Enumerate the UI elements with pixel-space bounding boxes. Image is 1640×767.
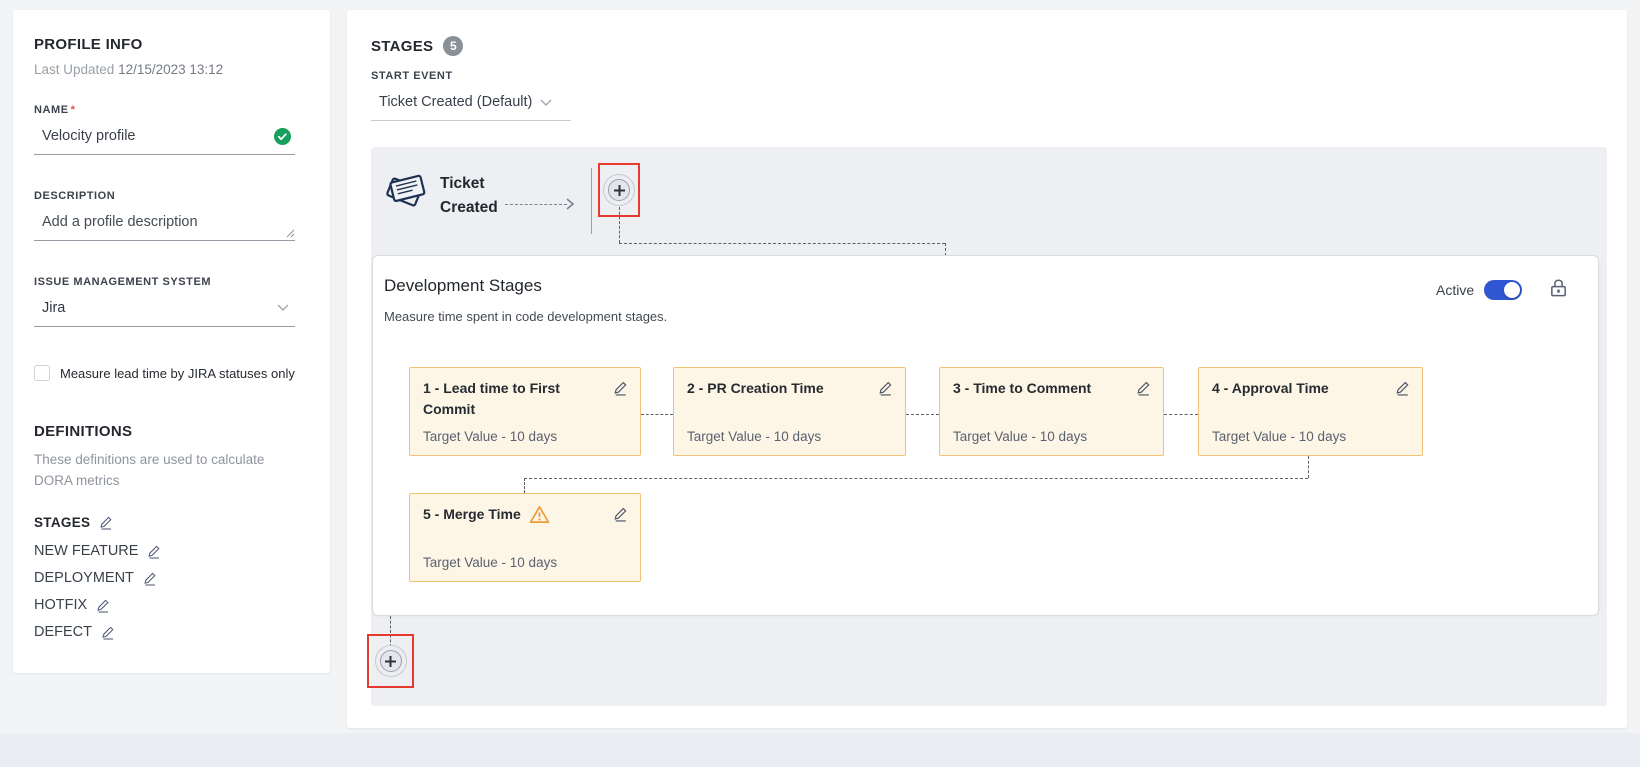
resize-handle-icon[interactable] bbox=[286, 229, 295, 238]
chevron-down-icon bbox=[277, 304, 289, 311]
last-updated: Last Updated 12/15/2023 13:12 bbox=[34, 62, 300, 77]
description-label: DESCRIPTION bbox=[34, 190, 300, 202]
stages-panel: STAGES 5 START EVENT Ticket Created (Def… bbox=[347, 10, 1627, 728]
row-connector-horizontal bbox=[524, 478, 1308, 479]
definition-item-label: NEW FEATURE bbox=[34, 543, 138, 559]
issue-management-select[interactable]: Jira bbox=[34, 292, 295, 327]
name-label: NAME* bbox=[34, 104, 300, 116]
workflow-canvas: Ticket Created Development Stages Measur… bbox=[371, 147, 1607, 706]
definition-item-label: HOTFIX bbox=[34, 597, 87, 613]
chevron-down-icon bbox=[540, 99, 552, 106]
stage-card-2: 2 - PR Creation Time Target Value - 10 d… bbox=[673, 367, 906, 456]
definitions-subtitle: These definitions are used to calculate … bbox=[34, 449, 288, 491]
start-event-value: Ticket Created (Default) bbox=[379, 94, 532, 110]
highlight-rect-bottom bbox=[367, 634, 414, 688]
stage-link-2-3 bbox=[906, 414, 939, 415]
stages-title: STAGES bbox=[371, 38, 433, 55]
add-stage-button-top[interactable] bbox=[603, 174, 635, 206]
valid-check-icon bbox=[274, 128, 291, 145]
stages-count-badge: 5 bbox=[443, 36, 463, 56]
definition-item-label: DEPLOYMENT bbox=[34, 570, 134, 586]
row-connector-drop bbox=[524, 478, 525, 493]
name-input[interactable] bbox=[42, 128, 252, 144]
edit-hotfix-icon[interactable] bbox=[96, 598, 110, 613]
plus-icon bbox=[608, 179, 630, 201]
edit-stage-2-icon[interactable] bbox=[878, 378, 893, 396]
stage-name: 2 - PR Creation Time bbox=[687, 378, 824, 399]
start-node-ticket-created: Ticket Created bbox=[383, 167, 520, 220]
stage-name: 3 - Time to Comment bbox=[953, 378, 1091, 399]
start-event-label: START EVENT bbox=[371, 70, 453, 82]
name-field-wrap bbox=[34, 120, 295, 155]
start-node-label: Ticket Created bbox=[440, 167, 520, 220]
development-stages-title: Development Stages bbox=[384, 276, 542, 296]
lead-time-checkbox-row: Measure lead time by JIRA statuses only bbox=[34, 365, 300, 381]
active-toggle[interactable] bbox=[1484, 280, 1522, 300]
stage-card-5: 5 - Merge Time Target Value - 10 days bbox=[409, 493, 641, 582]
lead-time-checkbox-label: Measure lead time by JIRA statuses only bbox=[60, 366, 295, 381]
issue-management-value: Jira bbox=[42, 300, 65, 316]
definitions-stages-row: STAGES bbox=[34, 515, 300, 530]
last-updated-value: 12/15/2023 13:12 bbox=[118, 62, 223, 77]
definition-item-label: DEFECT bbox=[34, 624, 92, 640]
required-asterisk: * bbox=[71, 104, 76, 116]
plus-icon bbox=[380, 650, 402, 672]
lock-icon[interactable] bbox=[1549, 277, 1568, 299]
stage-card-4: 4 - Approval Time Target Value - 10 days bbox=[1198, 367, 1423, 456]
stage-name: 1 - Lead time to First Commit bbox=[423, 378, 605, 420]
edit-defect-icon[interactable] bbox=[101, 625, 115, 640]
stage-link-3-4 bbox=[1164, 414, 1198, 415]
description-input[interactable] bbox=[42, 214, 252, 230]
definition-item-new-feature: NEW FEATURE bbox=[34, 543, 300, 559]
warning-icon bbox=[529, 504, 550, 524]
stage-target-value: Target Value - 10 days bbox=[423, 429, 628, 444]
stage-card-1: 1 - Lead time to First Commit Target Val… bbox=[409, 367, 641, 456]
node-divider-line bbox=[591, 168, 592, 234]
edit-stage-3-icon[interactable] bbox=[1136, 378, 1151, 396]
last-updated-label: Last Updated bbox=[34, 62, 114, 77]
edit-deployment-icon[interactable] bbox=[143, 571, 157, 586]
stage-target-value: Target Value - 10 days bbox=[687, 429, 893, 444]
definitions-stages-label: STAGES bbox=[34, 515, 90, 530]
stage-card-3: 3 - Time to Comment Target Value - 10 da… bbox=[939, 367, 1164, 456]
profile-info-panel: PROFILE INFO Last Updated 12/15/2023 13:… bbox=[13, 10, 330, 673]
description-field-wrap bbox=[34, 206, 295, 241]
definition-item-deployment: DEPLOYMENT bbox=[34, 570, 300, 586]
add-stage-button-bottom[interactable] bbox=[375, 645, 407, 677]
start-arrow-line bbox=[505, 204, 567, 205]
profile-info-title: PROFILE INFO bbox=[34, 36, 300, 53]
ticket-icon bbox=[383, 167, 429, 213]
active-label: Active bbox=[1436, 282, 1474, 298]
definitions-title: DEFINITIONS bbox=[34, 423, 300, 440]
stage-target-value: Target Value - 10 days bbox=[423, 555, 628, 570]
start-event-select[interactable]: Ticket Created (Default) bbox=[371, 90, 571, 121]
stages-header: STAGES 5 bbox=[371, 36, 463, 56]
stage-name: 5 - Merge Time bbox=[423, 504, 521, 525]
definition-item-hotfix: HOTFIX bbox=[34, 597, 300, 613]
edit-stage-4-icon[interactable] bbox=[1395, 378, 1410, 396]
issue-management-label: ISSUE MANAGEMENT SYSTEM bbox=[34, 276, 300, 288]
stage-target-value: Target Value - 10 days bbox=[953, 429, 1151, 444]
stage-link-1-2 bbox=[641, 414, 673, 415]
stage-name: 4 - Approval Time bbox=[1212, 378, 1329, 399]
development-stages-subtitle: Measure time spent in code development s… bbox=[384, 309, 667, 324]
lead-time-checkbox[interactable] bbox=[34, 365, 50, 381]
row-connector-down bbox=[1308, 456, 1309, 478]
edit-stage-5-icon[interactable] bbox=[613, 504, 628, 522]
arrow-head-icon bbox=[565, 197, 575, 211]
edit-stages-icon[interactable] bbox=[99, 515, 113, 530]
development-stages-card: Development Stages Measure time spent in… bbox=[372, 255, 1599, 616]
definition-item-defect: DEFECT bbox=[34, 624, 300, 640]
connector-top-horizontal bbox=[619, 243, 945, 244]
toggle-knob bbox=[1504, 282, 1520, 298]
edit-new-feature-icon[interactable] bbox=[147, 544, 161, 559]
edit-stage-1-icon[interactable] bbox=[613, 378, 628, 396]
stage-target-value: Target Value - 10 days bbox=[1212, 429, 1410, 444]
connector-top-vertical bbox=[619, 207, 620, 243]
footer-band bbox=[0, 733, 1640, 767]
